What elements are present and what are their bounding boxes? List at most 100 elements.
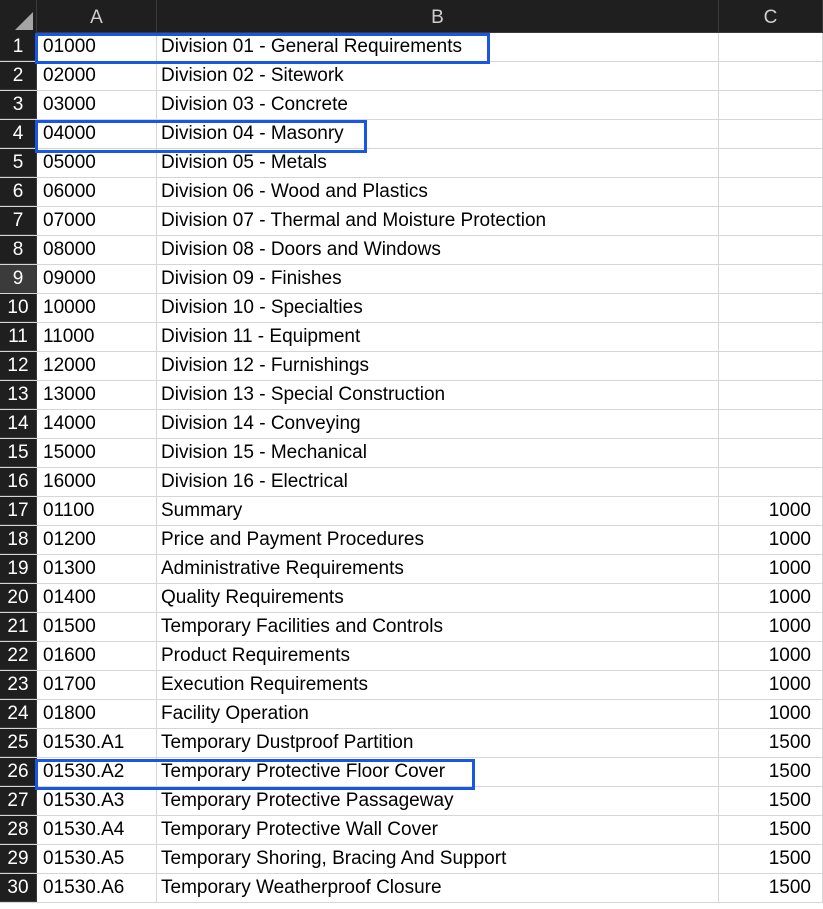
cell-b[interactable]: Division 09 - Finishes	[157, 265, 719, 293]
cell-b[interactable]: Division 06 - Wood and Plastics	[157, 178, 719, 206]
row-header[interactable]: 10	[0, 294, 37, 322]
cell-a[interactable]: 06000	[37, 178, 157, 206]
cell-b[interactable]: Price and Payment Procedures	[157, 526, 719, 554]
cell-b[interactable]: Product Requirements	[157, 642, 719, 670]
cell-c[interactable]	[719, 178, 823, 206]
cell-c[interactable]	[719, 120, 823, 148]
cell-c[interactable]: 1000	[719, 642, 823, 670]
cell-a[interactable]: 13000	[37, 381, 157, 409]
cell-c[interactable]	[719, 33, 823, 61]
row-header[interactable]: 8	[0, 236, 37, 264]
row-header[interactable]: 25	[0, 729, 37, 757]
row-header[interactable]: 29	[0, 845, 37, 873]
cell-a[interactable]: 01530.A4	[37, 816, 157, 844]
cell-a[interactable]: 14000	[37, 410, 157, 438]
cell-b[interactable]: Temporary Facilities and Controls	[157, 613, 719, 641]
row-header[interactable]: 23	[0, 671, 37, 699]
column-header-b[interactable]: B	[157, 0, 719, 33]
cell-c[interactable]: 1500	[719, 874, 823, 902]
cell-c[interactable]	[719, 410, 823, 438]
cell-a[interactable]: 09000	[37, 265, 157, 293]
cell-b[interactable]: Temporary Dustproof Partition	[157, 729, 719, 757]
row-header[interactable]: 18	[0, 526, 37, 554]
cell-b[interactable]: Administrative Requirements	[157, 555, 719, 583]
row-header[interactable]: 21	[0, 613, 37, 641]
cell-c[interactable]	[719, 468, 823, 496]
cell-c[interactable]	[719, 323, 823, 351]
cell-a[interactable]: 01000	[37, 33, 157, 61]
column-header-a[interactable]: A	[37, 0, 157, 33]
cell-a[interactable]: 10000	[37, 294, 157, 322]
cell-c[interactable]: 1500	[719, 787, 823, 815]
cell-c[interactable]	[719, 236, 823, 264]
row-header[interactable]: 1	[0, 33, 37, 61]
cell-c[interactable]: 1000	[719, 526, 823, 554]
cell-a[interactable]: 01530.A3	[37, 787, 157, 815]
cell-a[interactable]: 03000	[37, 91, 157, 119]
cell-b[interactable]: Quality Requirements	[157, 584, 719, 612]
row-header[interactable]: 15	[0, 439, 37, 467]
cell-c[interactable]	[719, 352, 823, 380]
cell-c[interactable]	[719, 294, 823, 322]
cell-b[interactable]: Division 08 - Doors and Windows	[157, 236, 719, 264]
cell-a[interactable]: 01600	[37, 642, 157, 670]
cell-a[interactable]: 05000	[37, 149, 157, 177]
cell-c[interactable]	[719, 265, 823, 293]
cell-c[interactable]: 1000	[719, 671, 823, 699]
cell-c[interactable]: 1000	[719, 613, 823, 641]
cell-a[interactable]: 16000	[37, 468, 157, 496]
cell-a[interactable]: 01700	[37, 671, 157, 699]
cell-b[interactable]: Division 12 - Furnishings	[157, 352, 719, 380]
cell-c[interactable]: 1500	[719, 729, 823, 757]
cell-a[interactable]: 15000	[37, 439, 157, 467]
cell-c[interactable]: 1000	[719, 700, 823, 728]
row-header[interactable]: 2	[0, 62, 37, 90]
cell-b[interactable]: Temporary Weatherproof Closure	[157, 874, 719, 902]
cell-a[interactable]: 07000	[37, 207, 157, 235]
row-header[interactable]: 30	[0, 874, 37, 902]
row-header[interactable]: 3	[0, 91, 37, 119]
cell-c[interactable]	[719, 381, 823, 409]
cell-c[interactable]: 1000	[719, 584, 823, 612]
row-header[interactable]: 19	[0, 555, 37, 583]
cell-a[interactable]: 04000	[37, 120, 157, 148]
row-header[interactable]: 13	[0, 381, 37, 409]
cell-b[interactable]: Temporary Protective Wall Cover	[157, 816, 719, 844]
cell-a[interactable]: 01200	[37, 526, 157, 554]
cell-b[interactable]: Summary	[157, 497, 719, 525]
cell-b[interactable]: Temporary Protective Passageway	[157, 787, 719, 815]
cell-c[interactable]	[719, 207, 823, 235]
row-header[interactable]: 14	[0, 410, 37, 438]
select-all-corner[interactable]	[0, 0, 37, 33]
cell-b[interactable]: Division 16 - Electrical	[157, 468, 719, 496]
cell-b[interactable]: Division 10 - Specialties	[157, 294, 719, 322]
cell-c[interactable]: 1000	[719, 555, 823, 583]
cell-a[interactable]: 01400	[37, 584, 157, 612]
cell-a[interactable]: 08000	[37, 236, 157, 264]
row-header[interactable]: 17	[0, 497, 37, 525]
cell-a[interactable]: 01100	[37, 497, 157, 525]
row-header[interactable]: 20	[0, 584, 37, 612]
cell-b[interactable]: Facility Operation	[157, 700, 719, 728]
cell-b[interactable]: Division 01 - General Requirements	[157, 33, 719, 61]
row-header[interactable]: 16	[0, 468, 37, 496]
row-header[interactable]: 6	[0, 178, 37, 206]
cell-a[interactable]: 01530.A1	[37, 729, 157, 757]
cell-b[interactable]: Division 07 - Thermal and Moisture Prote…	[157, 207, 719, 235]
row-header[interactable]: 11	[0, 323, 37, 351]
cell-b[interactable]: Division 13 - Special Construction	[157, 381, 719, 409]
cell-b[interactable]: Division 04 - Masonry	[157, 120, 719, 148]
cell-b[interactable]: Division 05 - Metals	[157, 149, 719, 177]
cell-c[interactable]: 1000	[719, 497, 823, 525]
cell-a[interactable]: 01300	[37, 555, 157, 583]
row-header[interactable]: 5	[0, 149, 37, 177]
cell-b[interactable]: Division 15 - Mechanical	[157, 439, 719, 467]
row-header[interactable]: 26	[0, 758, 37, 786]
cell-c[interactable]	[719, 91, 823, 119]
cell-c[interactable]	[719, 62, 823, 90]
cell-a[interactable]: 11000	[37, 323, 157, 351]
row-header[interactable]: 24	[0, 700, 37, 728]
cell-b[interactable]: Execution Requirements	[157, 671, 719, 699]
cell-c[interactable]: 1500	[719, 816, 823, 844]
cell-b[interactable]: Temporary Protective Floor Cover	[157, 758, 719, 786]
